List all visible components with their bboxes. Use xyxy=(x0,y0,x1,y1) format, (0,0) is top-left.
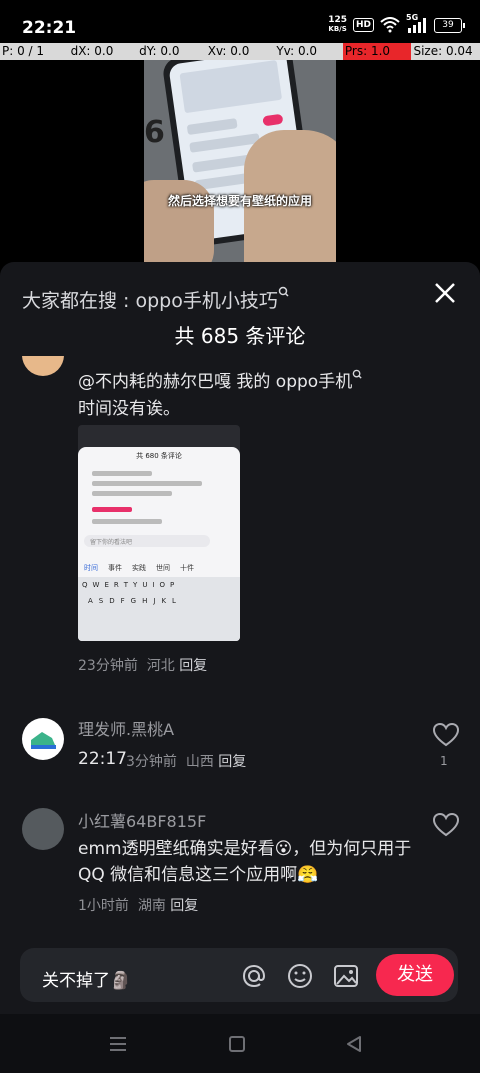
comment-text: emm透明壁纸确实是好看😮，但为何只用于QQ 微信和信息这三个应用啊😤 xyxy=(78,839,412,885)
image-sheet-title: 共 680 条评论 xyxy=(136,452,182,460)
debug-xv: Xv: 0.0 xyxy=(207,44,250,58)
comment-meta: 3分钟前 山西 回复 xyxy=(126,754,247,770)
comment-meta: 23分钟前 河北 回复 xyxy=(78,658,208,674)
pointer-location-overlay: P: 0 / 1 dX: 0.0 dY: 0.0 Xv: 0.0 Yv: 0.0… xyxy=(0,43,480,60)
sneaker-icon xyxy=(31,732,56,749)
emoji-icon[interactable] xyxy=(286,962,314,990)
reply-button[interactable]: 回复 xyxy=(218,754,246,770)
signal-icon: 5G xyxy=(406,13,428,33)
search-icon xyxy=(352,369,362,379)
avatar[interactable] xyxy=(22,718,64,760)
mention-icon[interactable] xyxy=(240,962,268,990)
close-icon[interactable] xyxy=(432,280,458,306)
debug-dx: dX: 0.0 xyxy=(70,44,114,58)
battery-icon: 39 xyxy=(434,17,465,33)
comment-username[interactable]: 理发师.黑桃A xyxy=(78,716,174,740)
avatar[interactable] xyxy=(22,356,64,376)
menu-icon[interactable] xyxy=(108,1034,128,1054)
reply-button[interactable]: 回复 xyxy=(179,658,207,674)
net-speed: 125 KB/S xyxy=(328,15,347,34)
debug-size: Size: 0.04 xyxy=(413,44,473,58)
send-button[interactable]: 发送 xyxy=(376,954,454,996)
image-candidates: 时间 事件 实践 世间 十件 xyxy=(84,564,194,572)
debug-pressure: Prs: 1.0 xyxy=(342,43,412,60)
comment-username[interactable]: 小红薯64BF815F xyxy=(78,808,206,832)
avatar[interactable] xyxy=(22,808,64,850)
reply-button[interactable]: 回复 xyxy=(170,898,198,914)
debug-yv: Yv: 0.0 xyxy=(276,44,318,58)
like-count: 1 xyxy=(440,754,448,768)
mention-link[interactable]: @不内耗的赫尔巴嘎 我的 oppo手机 xyxy=(78,372,352,392)
home-icon[interactable] xyxy=(227,1034,247,1054)
wifi-icon xyxy=(380,17,400,33)
status-bar: 22:21 125 KB/S HD 5G 39 xyxy=(0,0,480,40)
debug-dy: dY: 0.0 xyxy=(139,44,180,58)
hd-badge: HD xyxy=(352,18,374,32)
trending-search-term[interactable]: oppo手机小技巧 xyxy=(135,290,277,312)
image-icon[interactable] xyxy=(332,962,360,990)
status-icons: 125 KB/S HD 5G 39 xyxy=(328,13,465,34)
comment-text: @不内耗的赫尔巴嘎 我的 oppo手机 时间没有诶。 xyxy=(78,369,458,423)
video-player[interactable]: 6 4 然后选择想要有壁纸的应用 xyxy=(144,60,336,262)
search-icon xyxy=(278,286,289,297)
video-caption: 然后选择想要有壁纸的应用 xyxy=(167,194,312,208)
clock: 22:21 xyxy=(22,18,77,38)
debug-pointer-count: P: 0 / 1 xyxy=(2,44,45,58)
trending-search[interactable]: 大家都在搜 : oppo手机小技巧 xyxy=(22,286,290,313)
comment-count: 共 685 条评论 xyxy=(174,324,306,348)
heart-icon[interactable] xyxy=(432,812,460,838)
heart-icon[interactable] xyxy=(432,722,460,748)
back-icon[interactable] xyxy=(344,1034,364,1054)
comment-image[interactable]: 共 680 条评论 留下你的看法吧 时间 事件 实践 世间 十件 QWERTYU… xyxy=(78,425,240,641)
comment-input[interactable]: 关不掉了🗿 xyxy=(42,966,131,991)
comment-meta: 1小时前 湖南 回复 xyxy=(78,898,199,914)
